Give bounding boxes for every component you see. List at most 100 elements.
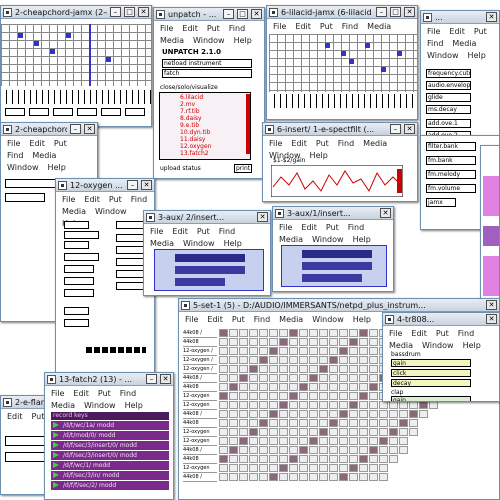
pattern-cell[interactable] (249, 428, 258, 436)
pattern-cell[interactable] (329, 338, 338, 346)
pattern-cell[interactable] (359, 338, 368, 346)
titlebar[interactable]: 2-cheapchord-jamx (2-ch... – □ ✕ (1, 6, 151, 19)
pattern-cell[interactable] (349, 356, 358, 364)
pattern-cell[interactable] (219, 365, 228, 373)
titlebar[interactable]: 2-cheapchord-... – ✕ (1, 123, 97, 136)
note-cell[interactable] (106, 57, 111, 62)
pattern-cell[interactable] (249, 446, 258, 454)
pattern-cell[interactable] (249, 437, 258, 445)
note-cell[interactable] (50, 49, 55, 54)
param-box[interactable]: audio.envelope (426, 81, 471, 90)
pattern-cell[interactable] (239, 437, 248, 445)
insert-panel[interactable] (281, 245, 387, 287)
menu-window[interactable]: Window (193, 35, 225, 47)
gain-slider[interactable]: gain (391, 359, 471, 367)
pattern-cell[interactable] (349, 419, 358, 427)
pattern-cell[interactable] (289, 338, 298, 346)
pattern-cell[interactable] (309, 419, 318, 427)
menu-help[interactable]: Help (468, 50, 486, 62)
menu-edit[interactable]: Edit (291, 138, 307, 150)
menu-window[interactable]: Window (7, 162, 39, 174)
pattern-cell[interactable] (329, 446, 338, 454)
pattern-cell[interactable] (389, 419, 398, 427)
maximize-button[interactable]: □ (237, 9, 248, 19)
pattern-cell[interactable] (259, 374, 268, 382)
pattern-cell[interactable] (229, 455, 238, 463)
pattern-cell[interactable] (369, 356, 378, 364)
pattern-cell[interactable] (229, 356, 238, 364)
close-button[interactable]: ✕ (486, 314, 497, 324)
pattern-cell[interactable] (319, 356, 328, 364)
pattern-cell[interactable] (379, 410, 388, 418)
pattern-cell[interactable] (379, 455, 388, 463)
pattern-cell[interactable] (299, 374, 308, 382)
record-row[interactable]: /d/f/f/sec/2/ modd (51, 481, 169, 490)
param-box[interactable]: fm.melody (426, 170, 476, 179)
piano-keyboard[interactable] (1, 90, 151, 104)
list-item[interactable]: 8.daisy (180, 115, 202, 122)
pattern-cell[interactable] (339, 401, 348, 409)
close-button[interactable]: ✕ (160, 374, 171, 384)
pattern-cell[interactable] (239, 392, 248, 400)
menu-media[interactable]: Media (51, 400, 75, 412)
pattern-cell[interactable] (239, 464, 248, 472)
pattern-cell[interactable] (219, 392, 228, 400)
pattern-cell[interactable] (219, 374, 228, 382)
decay-slider[interactable]: decay (391, 379, 471, 387)
pattern-cell[interactable] (269, 464, 278, 472)
pattern-cell[interactable] (329, 356, 338, 364)
window-magenta[interactable] (480, 145, 500, 305)
pattern-cell[interactable] (289, 455, 298, 463)
pattern-cell[interactable] (329, 365, 338, 373)
pattern-cell[interactable] (339, 338, 348, 346)
maximize-button[interactable]: □ (124, 7, 135, 17)
pattern-cell[interactable] (229, 347, 238, 355)
pattern-cell[interactable] (229, 437, 238, 445)
pattern-cell[interactable] (289, 347, 298, 355)
pattern-cell[interactable] (359, 392, 368, 400)
menu-window[interactable]: Window (312, 314, 344, 326)
menu-edit[interactable]: Edit (295, 21, 311, 33)
pattern-cell[interactable] (259, 338, 268, 346)
menu-edit[interactable]: Edit (411, 328, 427, 340)
pattern-cell[interactable] (359, 329, 368, 337)
window-aux-1-insert[interactable]: 3-aux/1/insert... ✕ File Edit Put Find M… (272, 206, 394, 292)
pattern-cell[interactable] (279, 383, 288, 391)
list-item[interactable]: 10.dyn.tib (180, 129, 210, 136)
pattern-cell[interactable] (289, 428, 298, 436)
pattern-cell[interactable] (219, 347, 228, 355)
pattern-cell[interactable] (239, 329, 248, 337)
pattern-cell[interactable] (399, 401, 408, 409)
param-box[interactable] (64, 241, 89, 249)
pattern-cell[interactable] (289, 446, 298, 454)
pattern-cell[interactable] (329, 437, 338, 445)
pattern-cell[interactable] (269, 410, 278, 418)
titlebar[interactable]: 13-fatch2 (13) - ... – ✕ (45, 373, 173, 386)
spectrum-graph[interactable] (271, 165, 403, 197)
piano-keyboard[interactable] (269, 94, 417, 108)
pattern-cell[interactable] (239, 401, 248, 409)
pattern-cell[interactable] (349, 383, 358, 391)
pattern-cell[interactable] (349, 455, 358, 463)
pattern-cell[interactable] (359, 410, 368, 418)
window-fatch2[interactable]: 13-fatch2 (13) - ... – ✕ File Edit Put F… (44, 372, 174, 500)
menu-media[interactable]: Media (367, 21, 391, 33)
pattern-cell[interactable] (249, 419, 258, 427)
pattern-cell[interactable] (379, 428, 388, 436)
control-box[interactable] (77, 108, 97, 116)
pattern-cell[interactable] (349, 437, 358, 445)
pattern-cell[interactable] (359, 446, 368, 454)
pattern-cell[interactable] (309, 356, 318, 364)
param-box[interactable] (116, 270, 146, 278)
pattern-cell[interactable] (269, 329, 278, 337)
pattern-cell[interactable] (359, 356, 368, 364)
pattern-cell[interactable] (249, 392, 258, 400)
window-tr808[interactable]: 4-tr808... ✕ File Edit Put Find Media Wi… (382, 312, 500, 402)
titlebar[interactable]: 3-aux/1/insert... ✕ (273, 207, 393, 220)
pattern-cell[interactable] (299, 365, 308, 373)
pattern-cell[interactable] (319, 455, 328, 463)
pattern-cell[interactable] (269, 437, 278, 445)
pattern-cell[interactable] (219, 329, 228, 337)
close-button[interactable]: ✕ (138, 7, 149, 17)
pattern-cell[interactable] (319, 374, 328, 382)
